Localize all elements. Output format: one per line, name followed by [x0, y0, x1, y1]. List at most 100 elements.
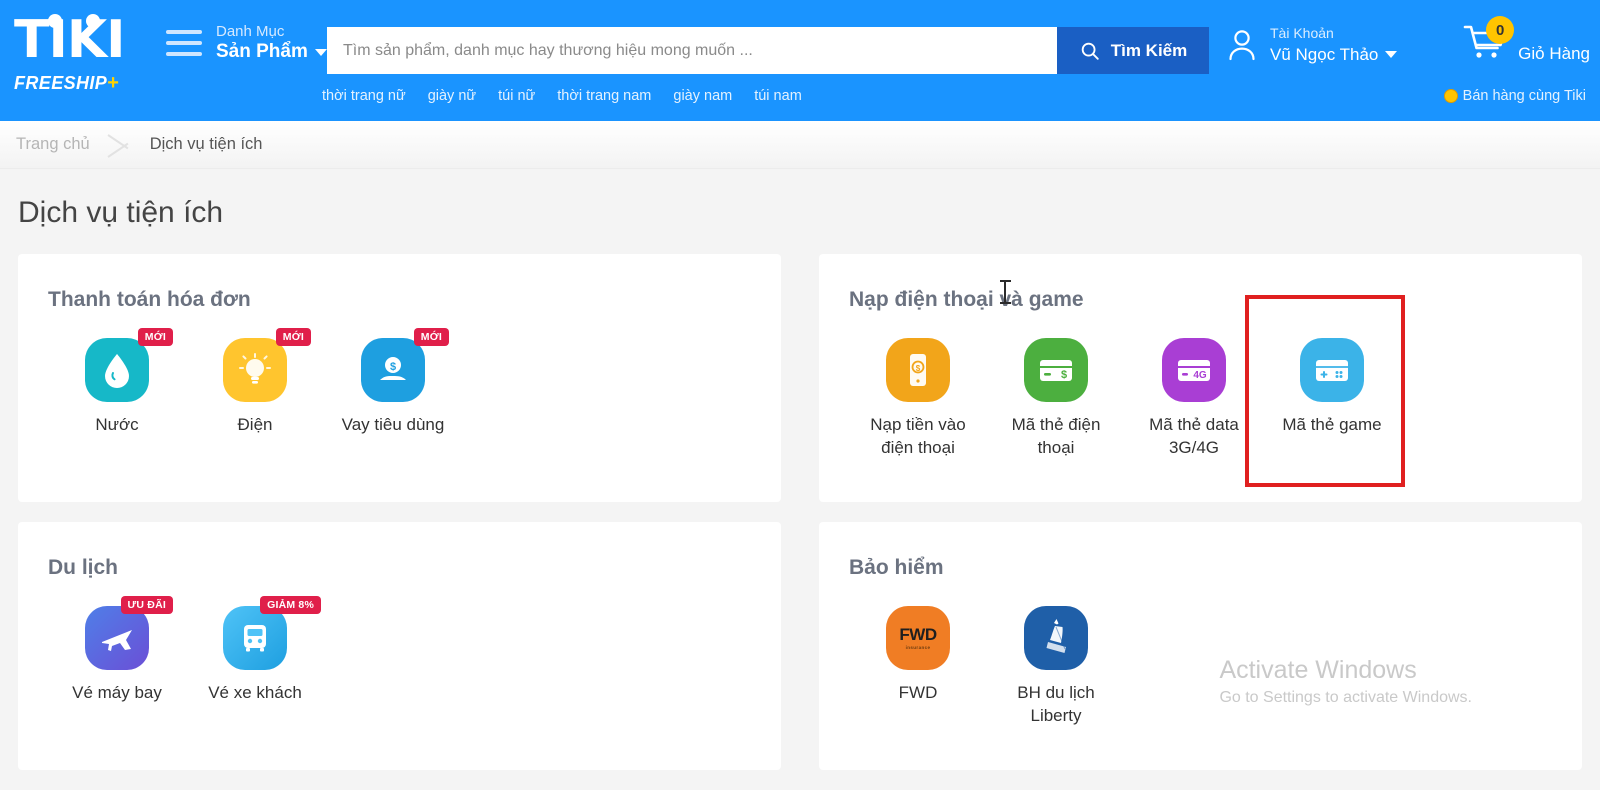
airplane-icon [85, 606, 149, 670]
cart-label: Giỏ Hàng [1518, 44, 1590, 63]
services-grid: Thanh toán hóa đơn MỚI Nước MỚI Điện $ M… [0, 254, 1600, 790]
service-item-bh-du-lich-liberty[interactable]: BH du lịch Liberty [987, 606, 1125, 728]
chevron-down-icon [1385, 51, 1398, 59]
tiki-logo[interactable]: TIKI FREESHIP+ [14, 12, 144, 108]
service-label: Mã thẻ điện thoại [1011, 415, 1101, 457]
service-item-dien[interactable]: MỚI Điện [186, 328, 324, 437]
svg-text:4G: 4G [1193, 370, 1207, 381]
service-item-nap-tien-vao-dien-thoai[interactable]: $ Nạp tiền vào điện thoại [849, 338, 987, 460]
card-title: Nạp điện thoại và game [849, 288, 1084, 311]
fwd-logo-text: FWD [899, 625, 937, 644]
services-row-2: Du lịch ƯU ĐÃI Vé máy bay GIẢM 8% Vé xe … [0, 522, 1600, 770]
service-list: ƯU ĐÃI Vé máy bay GIẢM 8% Vé xe khách [48, 596, 751, 705]
freeship-plus-icon: + [107, 72, 120, 94]
category-menu-button[interactable]: Danh Mục Sản Phẩm [166, 22, 327, 64]
service-item-fwd[interactable]: FWD insurance FWD [849, 606, 987, 705]
watermark-subtitle: Go to Settings to activate Windows. [1219, 689, 1472, 707]
fwd-logo-subtext: insurance [905, 645, 931, 650]
service-label: Mã thẻ data 3G/4G [1149, 415, 1239, 457]
cart-count-badge: 0 [1486, 16, 1515, 44]
search-button[interactable]: Tìm Kiếm [1057, 27, 1209, 74]
account-line1: Tài Khoản [1270, 25, 1334, 41]
windows-activation-watermark: Activate Windows Go to Settings to activ… [1219, 655, 1472, 707]
breadcrumb: Trang chủ Dịch vụ tiện ích [0, 121, 1600, 169]
svg-text:$: $ [390, 361, 396, 373]
service-badge: GIẢM 8% [260, 596, 321, 614]
text-cursor [1000, 280, 1011, 304]
breadcrumb-home-link[interactable]: Trang chủ [0, 135, 90, 154]
card-title: Thanh toán hóa đơn [48, 288, 251, 311]
service-badge: MỚI [137, 328, 173, 346]
service-item-ma-the-game[interactable]: Mã thẻ game [1263, 338, 1401, 437]
card-nap-dien-thoai-va-game: Nạp điện thoại và game $ Nạp tiền vào đi… [819, 254, 1582, 502]
service-label: Mã thẻ game [1282, 415, 1382, 434]
nav-link[interactable]: thời trang nam [557, 88, 651, 104]
nav-link[interactable]: giày nữ [428, 88, 476, 104]
service-label: Nạp tiền vào điện thoại [870, 415, 966, 457]
search-button-label: Tìm Kiếm [1110, 40, 1188, 60]
fwd-logo-icon: FWD insurance [886, 606, 950, 670]
service-item-ma-the-dien-thoai[interactable]: $ Mã thẻ điện thoại [987, 338, 1125, 460]
service-label: Vé máy bay [72, 683, 162, 702]
service-label: Vay tiêu dùng [341, 415, 445, 434]
service-badge: MỚI [275, 328, 311, 346]
category-menu-line2: Sản Phẩm [216, 41, 308, 63]
nav-link[interactable]: túi nữ [498, 88, 535, 104]
breadcrumb-current: Dịch vụ tiện ích [149, 135, 263, 153]
hamburger-icon [166, 29, 202, 56]
services-row-1: Thanh toán hóa đơn MỚI Nước MỚI Điện $ M… [0, 254, 1600, 502]
search-box[interactable] [327, 27, 1057, 74]
logo-freeship-tagline: FREESHIP+ [14, 72, 144, 95]
nav-link[interactable]: túi nam [754, 88, 802, 104]
card-dollar-icon: $ [1024, 338, 1088, 402]
service-label: Nước [95, 415, 139, 434]
header-quick-links: thời trang nữ giày nữ túi nữ thời trang … [322, 88, 802, 104]
service-item-vay-tieu-dung[interactable]: $ MỚI Vay tiêu dùng [324, 328, 462, 437]
account-name: Vũ Ngọc Thảo [1270, 45, 1379, 64]
freeship-text: FREESHIP [14, 73, 108, 93]
bus-icon [223, 606, 287, 670]
service-list: MỚI Nước MỚI Điện $ MỚI Vay tiêu dùng [48, 328, 751, 437]
nav-link[interactable]: giày nam [673, 88, 732, 104]
chevron-down-icon [314, 49, 327, 57]
seller-link-label: Bán hàng cùng Tiki [1462, 88, 1586, 104]
service-item-ve-may-bay[interactable]: ƯU ĐÃI Vé máy bay [48, 596, 186, 705]
service-item-ma-the-data[interactable]: 4G Mã thẻ data 3G/4G [1125, 338, 1263, 460]
search-input[interactable] [327, 27, 1057, 74]
service-label: FWD [898, 683, 938, 702]
service-badge: MỚI [413, 328, 449, 346]
card-title: Du lịch [48, 556, 119, 579]
water-drop-icon [85, 338, 149, 402]
user-icon [1229, 29, 1255, 60]
service-list: $ Nạp tiền vào điện thoại $ Mã thẻ điện … [849, 338, 1552, 460]
service-label: Vé xe khách [208, 683, 302, 702]
site-header: TIKI FREESHIP+ Danh Mục Sản Phẩm Tìm Kiế… [0, 0, 1600, 121]
service-badge: ƯU ĐÃI [120, 596, 173, 614]
lightbulb-icon [223, 338, 287, 402]
card-du-lich: Du lịch ƯU ĐÃI Vé máy bay GIẢM 8% Vé xe … [18, 522, 781, 770]
phone-topup-icon: $ [886, 338, 950, 402]
svg-text:$: $ [916, 364, 921, 373]
liberty-statue-icon [1024, 606, 1088, 670]
page-title: Dịch vụ tiện ích [18, 196, 224, 229]
card-bao-hiem: Bảo hiểm FWD insurance FWD BH du lịch Li… [819, 522, 1582, 770]
service-label: BH du lịch Liberty [1017, 683, 1095, 725]
gamepad-card-icon [1300, 338, 1364, 402]
seller-center-link[interactable]: Bán hàng cùng Tiki [1443, 88, 1586, 104]
account-menu[interactable]: Tài Khoản Vũ Ngọc Thảo [1226, 24, 1398, 65]
nav-link[interactable]: thời trang nữ [322, 88, 406, 104]
coin-icon [1443, 89, 1458, 103]
service-item-nuoc[interactable]: MỚI Nước [48, 328, 186, 437]
cart-button[interactable]: 0 Giỏ Hàng [1462, 16, 1590, 66]
category-menu-line1: Danh Mục [216, 23, 285, 40]
service-label: Điện [237, 415, 273, 434]
watermark-title: Activate Windows [1219, 656, 1417, 684]
chevron-right-icon [102, 121, 138, 169]
logo-dots-decoration [48, 14, 118, 30]
hand-money-icon: $ [361, 338, 425, 402]
card-thanh-toan-hoa-don: Thanh toán hóa đơn MỚI Nước MỚI Điện $ M… [18, 254, 781, 502]
search-icon [1081, 42, 1099, 60]
service-item-ve-xe-khach[interactable]: GIẢM 8% Vé xe khách [186, 596, 324, 705]
svg-text:$: $ [1061, 369, 1067, 381]
card-title: Bảo hiểm [849, 556, 944, 579]
